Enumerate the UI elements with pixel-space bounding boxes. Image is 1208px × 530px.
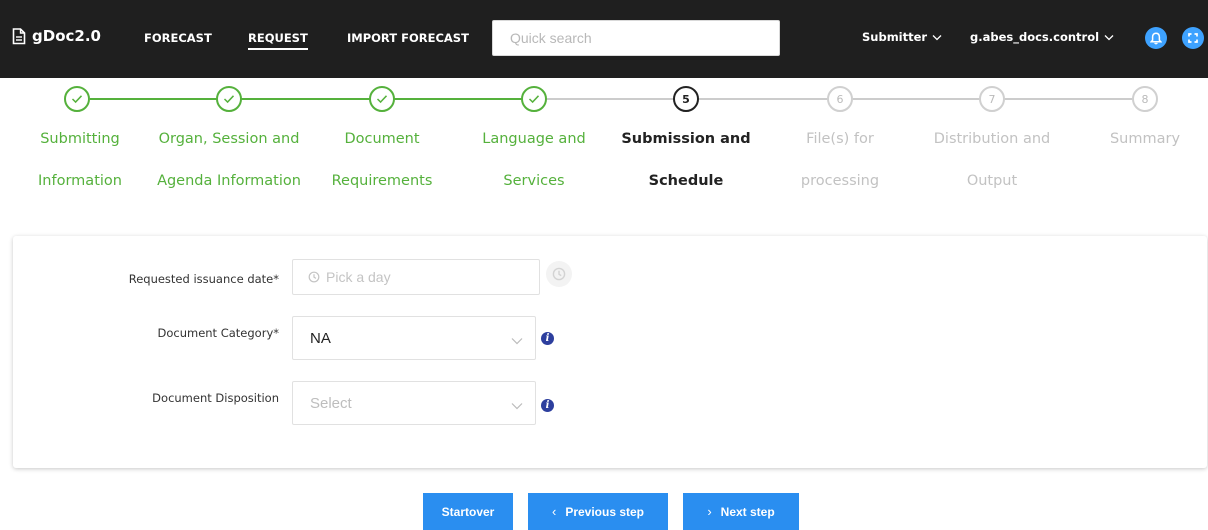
previous-step-label: Previous step [565, 504, 645, 519]
issuance-date-placeholder: Pick a day [326, 269, 391, 285]
next-step-button[interactable]: › Next step [683, 493, 799, 530]
nav-request[interactable]: REQUEST [248, 31, 308, 50]
chevron-right-icon: › [707, 504, 712, 519]
step-1-label-line1: Submitting [40, 131, 120, 147]
notifications-button[interactable] [1145, 27, 1167, 49]
nav-import-forecast[interactable]: IMPORT FORECAST [347, 31, 469, 45]
user-dropdown[interactable]: g.abes_docs.control [970, 30, 1114, 44]
chevron-down-icon [511, 397, 523, 414]
brand-name: gDoc2.0 [32, 27, 101, 45]
document-disposition-label: Document Disposition [152, 391, 279, 405]
chevron-down-icon [1104, 30, 1114, 44]
role-label: Submitter [862, 30, 928, 44]
step-3-check-icon[interactable] [369, 86, 395, 112]
document-disposition-placeholder: Select [310, 394, 352, 412]
step-5-number: 5 [673, 86, 699, 112]
progress-stepper: 5 6 7 8 Submitting Information Organ, Se… [0, 78, 1208, 228]
document-category-select[interactable]: NA [292, 316, 536, 360]
top-navigation-bar: gDoc2.0 FORECAST REQUEST IMPORT FORECAST… [0, 0, 1208, 78]
quick-search-input[interactable] [492, 20, 780, 56]
step-3-label-line1: Document [344, 131, 420, 147]
step-5-label: Submission and Schedule [606, 118, 766, 202]
issuance-date-label: Requested issuance date* [128, 272, 279, 286]
step-7-number: 7 [979, 86, 1005, 112]
previous-step-button[interactable]: ‹ Previous step [528, 493, 668, 530]
step-6-number: 6 [827, 86, 853, 112]
chevron-left-icon: ‹ [551, 504, 557, 519]
role-dropdown[interactable]: Submitter [862, 30, 942, 44]
chevron-down-icon [511, 332, 523, 349]
refresh-button[interactable] [1182, 27, 1204, 49]
document-category-value: NA [310, 329, 331, 347]
bell-icon [1150, 31, 1162, 44]
step-5-label-line1: Submission and [621, 131, 751, 147]
step-1-label[interactable]: Submitting Information [0, 118, 160, 202]
step-7-label-line1: Distribution and [933, 131, 1051, 147]
step-8-label: Summary [1065, 118, 1208, 160]
step-8-number: 8 [1132, 86, 1158, 112]
step-2-check-icon[interactable] [216, 86, 242, 112]
refresh-icon [1188, 33, 1198, 43]
step-7-label: Distribution and Output [912, 118, 1072, 202]
step-1-check-icon[interactable] [64, 86, 90, 112]
step-2-label-line2: Agenda Information [157, 173, 301, 189]
step-8-label-line1: Summary [1109, 131, 1181, 147]
clock-icon [308, 271, 320, 283]
nav-forecast[interactable]: FORECAST [144, 31, 212, 45]
issuance-date-picker[interactable]: Pick a day [292, 259, 540, 295]
step-6-label: File(s) for processing [760, 118, 920, 202]
step-4-check-icon[interactable] [521, 86, 547, 112]
document-disposition-select[interactable]: Select [292, 381, 536, 425]
user-name: g.abes_docs.control [970, 30, 1100, 44]
chevron-down-icon [932, 30, 942, 44]
step-4-label[interactable]: Language and Services [454, 118, 614, 202]
step-7-label-line2: Output [966, 173, 1018, 189]
step-4-label-line2: Services [503, 173, 565, 189]
info-icon[interactable]: i [541, 399, 554, 412]
info-icon[interactable]: i [541, 332, 554, 345]
clock-icon [552, 267, 566, 281]
time-picker-button[interactable] [546, 261, 572, 287]
startover-button[interactable]: Startover [423, 493, 513, 530]
submission-schedule-form: Requested issuance date* Pick a day Docu… [13, 236, 1207, 468]
document-category-label: Document Category* [157, 326, 279, 340]
next-step-label: Next step [720, 504, 775, 519]
step-5-label-line2: Schedule [648, 173, 724, 189]
step-2-label[interactable]: Organ, Session and Agenda Information [149, 118, 309, 202]
step-6-label-line2: processing [800, 173, 880, 189]
step-connector-done [90, 98, 540, 100]
step-4-label-line1: Language and [482, 131, 586, 147]
step-6-label-line1: File(s) for [806, 131, 874, 147]
step-3-label-line2: Requirements [331, 173, 433, 189]
app-brand[interactable]: gDoc2.0 [12, 27, 101, 45]
step-1-label-line2: Information [38, 173, 122, 189]
step-2-label-line1: Organ, Session and [158, 131, 300, 147]
step-3-label[interactable]: Document Requirements [302, 118, 462, 202]
document-icon [12, 27, 26, 44]
startover-label: Startover [441, 504, 495, 519]
